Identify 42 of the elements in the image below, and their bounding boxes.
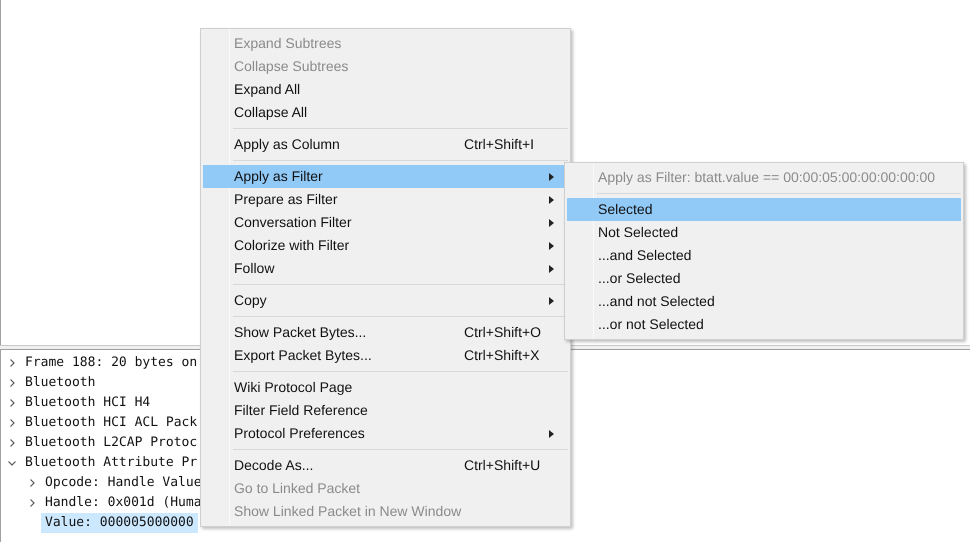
menu-item[interactable]: Expand All xyxy=(203,78,568,101)
menu-item[interactable]: Copy xyxy=(203,289,568,312)
submenu-arrow-icon xyxy=(549,219,554,227)
menu-item[interactable]: ...or Selected xyxy=(567,267,961,290)
submenu-arrow-icon xyxy=(549,242,554,250)
menu-item[interactable]: Selected xyxy=(567,198,961,221)
menu-item[interactable]: ...or not Selected xyxy=(567,313,961,336)
chevron-right-icon[interactable] xyxy=(7,418,17,428)
tree-item[interactable]: Value: 000005000000 xyxy=(41,513,198,533)
chevron-right-icon[interactable] xyxy=(27,498,37,508)
submenu-arrow-icon xyxy=(549,297,554,305)
menu-item[interactable]: Not Selected xyxy=(567,221,961,244)
tree-item[interactable]: Bluetooth HCI ACL Pack xyxy=(21,413,202,433)
submenu-arrow-icon xyxy=(549,196,554,204)
menu-item[interactable]: ...and not Selected xyxy=(567,290,961,313)
menu-item[interactable]: Follow xyxy=(203,257,568,280)
chevron-right-icon[interactable] xyxy=(27,478,37,488)
menu-item[interactable]: ...and Selected xyxy=(567,244,961,267)
chevron-right-icon[interactable] xyxy=(7,358,17,368)
menu-item[interactable]: Conversation Filter xyxy=(203,211,568,234)
tree-item[interactable]: Bluetooth HCI H4 xyxy=(21,393,154,413)
menu-item[interactable]: Protocol Preferences xyxy=(203,422,568,445)
menu-item[interactable]: Wiki Protocol Page xyxy=(203,376,568,399)
chevron-right-icon[interactable] xyxy=(7,438,17,448)
menu-item[interactable]: Filter Field Reference xyxy=(203,399,568,422)
chevron-down-icon[interactable] xyxy=(7,458,17,468)
menu-item[interactable]: Colorize with Filter xyxy=(203,234,568,257)
submenu-arrow-icon xyxy=(549,430,554,438)
tree-item[interactable]: Frame 188: 20 bytes on xyxy=(21,353,202,373)
menu-item[interactable]: Show Packet Bytes... Ctrl+Shift+O xyxy=(203,321,568,344)
tree-item[interactable]: Bluetooth Attribute Pr xyxy=(21,453,202,473)
submenu-arrow-icon xyxy=(549,173,554,181)
menu-item[interactable]: Export Packet Bytes... Ctrl+Shift+X xyxy=(203,344,568,367)
menu-item[interactable]: Apply as Column Ctrl+Shift+I xyxy=(203,133,568,156)
menu-item[interactable]: Prepare as Filter xyxy=(203,188,568,211)
tree-item[interactable]: Bluetooth xyxy=(21,373,100,393)
menu-item[interactable]: Decode As... Ctrl+Shift+U xyxy=(203,454,568,477)
submenu-arrow-icon xyxy=(549,265,554,273)
chevron-right-icon[interactable] xyxy=(7,398,17,408)
chevron-right-icon[interactable] xyxy=(7,378,17,388)
tree-item[interactable]: Bluetooth L2CAP Protoc xyxy=(21,433,202,453)
menu-item[interactable]: Collapse All xyxy=(203,101,568,124)
